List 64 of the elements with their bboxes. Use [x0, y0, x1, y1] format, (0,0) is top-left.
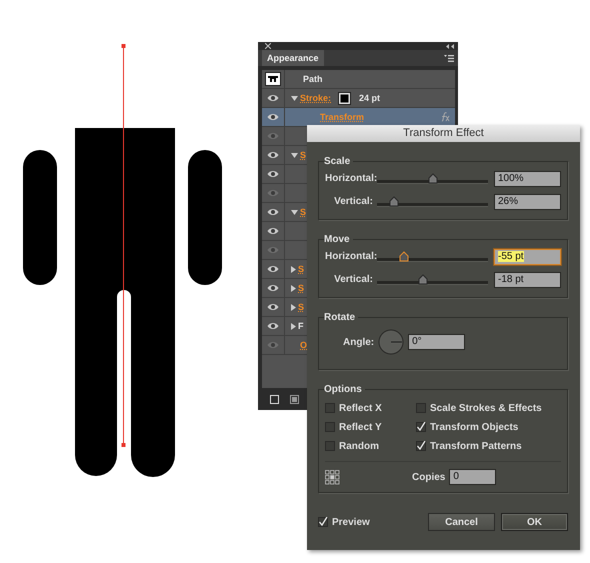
checkbox[interactable]: [325, 422, 335, 432]
section-title: Move: [324, 234, 351, 245]
number-field[interactable]: 26%: [494, 194, 561, 210]
dialog-title: Transform Effect: [307, 125, 580, 142]
slider-thumb[interactable]: [388, 196, 399, 206]
stroke-swatch-icon[interactable]: [338, 92, 352, 104]
collapsed-triangle-icon[interactable]: [291, 322, 296, 330]
number-field[interactable]: 100%: [494, 170, 561, 186]
close-icon[interactable]: [265, 43, 271, 49]
collapsed-triangle-icon[interactable]: [291, 284, 296, 292]
collapsed-triangle-icon[interactable]: [291, 266, 296, 272]
panel-tab[interactable]: Appearance: [262, 50, 324, 66]
checkbox[interactable]: [325, 403, 335, 413]
checkbox-label[interactable]: Transform Objects: [430, 422, 518, 432]
layer-row[interactable]: Path: [262, 70, 455, 89]
eye-icon[interactable]: [267, 265, 279, 273]
checkbox-label[interactable]: Transform Patterns: [430, 440, 522, 452]
checkbox[interactable]: [416, 422, 426, 432]
eye-icon[interactable]: [267, 303, 279, 311]
expanded-triangle-icon[interactable]: [291, 210, 298, 214]
eye-icon[interactable]: [267, 151, 279, 159]
field-label: Vertical:: [333, 274, 373, 285]
number-field[interactable]: -18 pt: [494, 272, 561, 288]
menu-icon[interactable]: [444, 54, 454, 62]
eye-icon[interactable]: [267, 113, 279, 121]
checkbox[interactable]: [325, 441, 335, 451]
eye-icon[interactable]: [267, 170, 279, 178]
slider-thumb[interactable]: [398, 250, 409, 262]
row-label: Path: [302, 74, 323, 84]
checkbox-label[interactable]: Scale Strokes & Effects: [430, 402, 542, 414]
section-title: Rotate: [324, 312, 356, 323]
section-title: Scale: [324, 156, 352, 167]
expanded-triangle-icon[interactable]: [291, 152, 298, 158]
field-label: Vertical:: [333, 196, 373, 207]
eye-icon[interactable]: [267, 284, 279, 292]
ok-button[interactable]: OK: [501, 513, 568, 531]
reference-point-icon[interactable]: [325, 470, 340, 484]
slider-thumb[interactable]: [418, 274, 428, 284]
number-field[interactable]: -55 pt: [494, 248, 561, 264]
new-stroke-icon[interactable]: [270, 394, 279, 404]
eye-icon[interactable]: [267, 208, 279, 216]
number-field[interactable]: 0°: [408, 334, 466, 350]
new-fill-icon[interactable]: [290, 394, 299, 404]
eye-icon[interactable]: [267, 94, 279, 102]
section-title: Options: [324, 384, 363, 395]
stroke-weight: 24 pt: [359, 93, 380, 103]
row-label: F: [298, 321, 304, 331]
cancel-button[interactable]: Cancel: [428, 513, 495, 531]
checkbox[interactable]: [416, 441, 426, 451]
field-label: Angle:: [343, 336, 374, 348]
eye-icon[interactable]: [267, 322, 279, 330]
eye-icon[interactable]: [267, 227, 279, 235]
number-field[interactable]: 0: [449, 469, 496, 485]
field-label: Copies: [412, 472, 446, 482]
path-thumbnail-icon: [265, 72, 281, 86]
expanded-triangle-icon[interactable]: [291, 96, 298, 100]
checkbox-label[interactable]: Random: [339, 440, 379, 452]
checkbox-label[interactable]: Reflect X: [339, 402, 382, 414]
collapsed-triangle-icon[interactable]: [291, 304, 296, 310]
checkbox-label[interactable]: Reflect Y: [339, 422, 382, 432]
checkbox[interactable]: [416, 403, 426, 413]
checkbox-label[interactable]: Preview: [332, 516, 370, 528]
slider-thumb[interactable]: [428, 172, 438, 184]
checkbox[interactable]: [318, 517, 328, 527]
